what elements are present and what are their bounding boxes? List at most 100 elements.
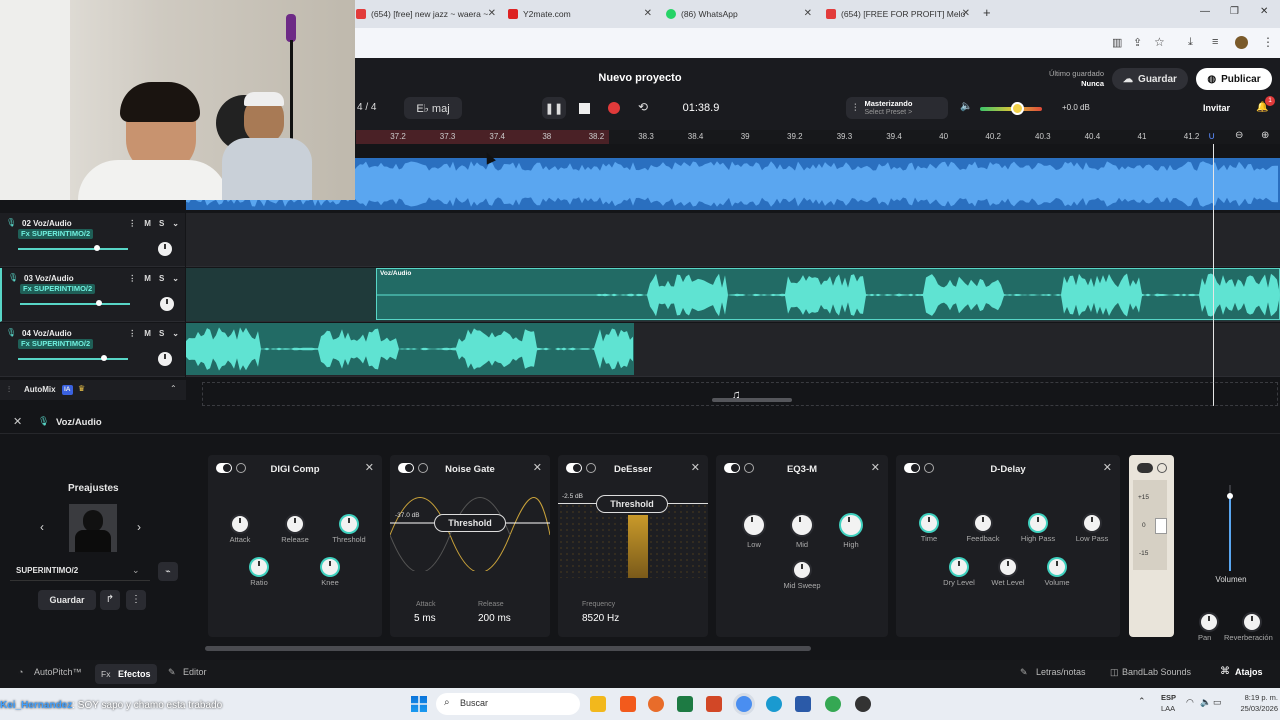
- track-fx-badge[interactable]: Fx SUPERINTIMO/2: [20, 284, 96, 294]
- track-volume-slider[interactable]: [20, 300, 130, 306]
- channel-volume-slider[interactable]: [1227, 485, 1233, 571]
- pan-knob[interactable]: [158, 352, 172, 366]
- mute-button[interactable]: M: [144, 329, 151, 338]
- mastering-selector[interactable]: ⫶ Masterizando Select Preset >: [846, 97, 948, 119]
- stop-button[interactable]: [579, 103, 590, 114]
- download-icon[interactable]: ⤓: [1188, 36, 1193, 49]
- more-icon[interactable]: ⋮: [128, 274, 136, 283]
- attack-value[interactable]: 5 ms: [414, 613, 436, 624]
- solo-button[interactable]: S: [159, 219, 164, 228]
- close-icon[interactable]: ✕: [13, 415, 22, 428]
- volume-knob[interactable]: [100, 355, 107, 361]
- info-icon[interactable]: [1157, 463, 1167, 473]
- low-pass-knob[interactable]: [1084, 515, 1100, 531]
- zoom-in-icon[interactable]: ⊕: [1261, 130, 1269, 141]
- knee-knob[interactable]: [322, 559, 338, 575]
- autopitch-tab[interactable]: AutoPitch™: [34, 667, 82, 677]
- powerpoint-icon[interactable]: [706, 696, 722, 712]
- more-icon[interactable]: ⋮: [126, 590, 146, 610]
- key-selector[interactable]: E♭ maj: [404, 97, 462, 119]
- master-volume-knob[interactable]: [1011, 102, 1025, 115]
- brave-icon[interactable]: [620, 696, 636, 712]
- automix-row[interactable]: ⫶ AutoMix IA ♛ ⌃: [0, 380, 186, 400]
- fader-handle[interactable]: [1155, 518, 1167, 534]
- close-icon[interactable]: ✕: [488, 8, 496, 19]
- share-icon[interactable]: ⇪: [1133, 36, 1142, 49]
- track-fx-badge[interactable]: Fx SUPERINTIMO/2: [18, 339, 94, 349]
- media-icon[interactable]: ≡: [1212, 36, 1218, 48]
- editor-tab[interactable]: Editor: [183, 667, 207, 677]
- audio-clip[interactable]: [186, 323, 634, 375]
- release-knob[interactable]: [287, 516, 303, 532]
- close-icon[interactable]: ✕: [804, 8, 812, 19]
- battery-icon[interactable]: ▭: [1213, 697, 1222, 708]
- chevron-right-icon[interactable]: ›: [137, 520, 141, 534]
- minimize-button[interactable]: —: [1200, 6, 1210, 17]
- menu-icon[interactable]: ⋮: [1262, 35, 1274, 49]
- track-name[interactable]: 04 Voz/Audio: [22, 329, 72, 338]
- master-volume-slider[interactable]: [980, 102, 1042, 115]
- plugin-toggle[interactable]: [1137, 463, 1153, 473]
- track-name[interactable]: 02 Voz/Audio: [22, 219, 72, 228]
- preset-thumbnail[interactable]: [69, 504, 117, 552]
- wet-level-knob[interactable]: [1000, 559, 1016, 575]
- shortcuts-tab[interactable]: Atajos: [1235, 667, 1263, 677]
- project-title[interactable]: Nuevo proyecto: [560, 72, 720, 84]
- low-knob[interactable]: [744, 515, 764, 535]
- mid-knob[interactable]: [792, 515, 812, 535]
- tray-chevron-icon[interactable]: ⌃: [1138, 696, 1146, 707]
- track-volume-slider[interactable]: [18, 355, 128, 361]
- attack-knob[interactable]: [232, 516, 248, 532]
- time-signature[interactable]: 4 / 4: [357, 102, 376, 113]
- magnet-icon[interactable]: ∪: [1208, 131, 1215, 142]
- browser-tab[interactable]: (654) [free] new jazz ~ waera ~ ✕: [356, 4, 496, 24]
- dry-level-knob[interactable]: [951, 559, 967, 575]
- track-header-04[interactable]: 🎙 04 Voz/Audio Fx SUPERINTIMO/2 ⋮ M S ⌄: [0, 323, 185, 377]
- unlink-icon[interactable]: ⌁: [158, 562, 178, 581]
- browser-tab[interactable]: (654) [FREE FOR PROFIT] Melo ✕: [826, 4, 970, 24]
- track-04-lane[interactable]: [186, 323, 1280, 377]
- chevron-up-icon[interactable]: ⌃: [170, 384, 177, 393]
- track-fx-badge[interactable]: Fx SUPERINTIMO/2: [18, 229, 94, 239]
- reading-icon[interactable]: ▥: [1112, 36, 1122, 49]
- clock-time[interactable]: 8:19 p. m.: [1226, 693, 1278, 702]
- bookmark-star-icon[interactable]: ☆: [1154, 35, 1165, 49]
- threshold-knob[interactable]: [341, 516, 357, 532]
- high-knob[interactable]: [841, 515, 861, 535]
- excel-icon[interactable]: [677, 696, 693, 712]
- pan-knob[interactable]: [1201, 614, 1217, 630]
- close-icon[interactable]: ✕: [962, 8, 970, 19]
- language-layout[interactable]: LAA: [1161, 704, 1175, 713]
- chrome-icon[interactable]: [736, 696, 752, 712]
- track-header-02[interactable]: 🎙 02 Voz/Audio Fx SUPERINTIMO/2 ⋮ M S ⌄: [0, 213, 185, 267]
- volume-knob[interactable]: [96, 300, 103, 306]
- volume-handle[interactable]: [1227, 493, 1233, 499]
- track-volume-slider[interactable]: [18, 245, 128, 251]
- threshold-button[interactable]: Threshold: [434, 514, 506, 532]
- feedback-knob[interactable]: [975, 515, 991, 531]
- volume-knob[interactable]: [1049, 559, 1065, 575]
- track-name[interactable]: 03 Voz/Audio: [24, 274, 74, 283]
- chevron-down-icon[interactable]: ⌄: [172, 274, 179, 283]
- frequency-value[interactable]: 8520 Hz: [582, 613, 619, 624]
- file-explorer-icon[interactable]: [590, 696, 606, 712]
- close-icon[interactable]: ✕: [533, 461, 542, 474]
- effects-tab[interactable]: Fx Efectos: [95, 664, 157, 684]
- mute-button[interactable]: M: [144, 274, 151, 283]
- chevron-down-icon[interactable]: ⌄: [172, 219, 179, 228]
- track-header-03[interactable]: 🎙 03 Voz/Audio Fx SUPERINTIMO/2 ⋮ M S ⌄: [0, 268, 185, 322]
- fx-horizontal-scrollbar[interactable]: [205, 646, 811, 651]
- firefox-icon[interactable]: [648, 696, 664, 712]
- browser-tab[interactable]: Y2mate.com ✕: [508, 4, 652, 24]
- high-pass-knob[interactable]: [1030, 515, 1046, 531]
- window-close-button[interactable]: ✕: [1260, 6, 1268, 17]
- close-icon[interactable]: ✕: [644, 8, 652, 19]
- track-03-lane[interactable]: Voz/Audio: [186, 268, 1280, 322]
- more-icon[interactable]: ⋮: [128, 219, 136, 228]
- pan-knob[interactable]: [160, 297, 174, 311]
- browser-tab[interactable]: (86) WhatsApp ✕: [666, 4, 812, 24]
- reverb-knob[interactable]: [1244, 614, 1260, 630]
- speaker-icon[interactable]: 🔈: [960, 101, 972, 112]
- obs-icon[interactable]: [855, 696, 871, 712]
- language-code[interactable]: ESP: [1161, 693, 1176, 702]
